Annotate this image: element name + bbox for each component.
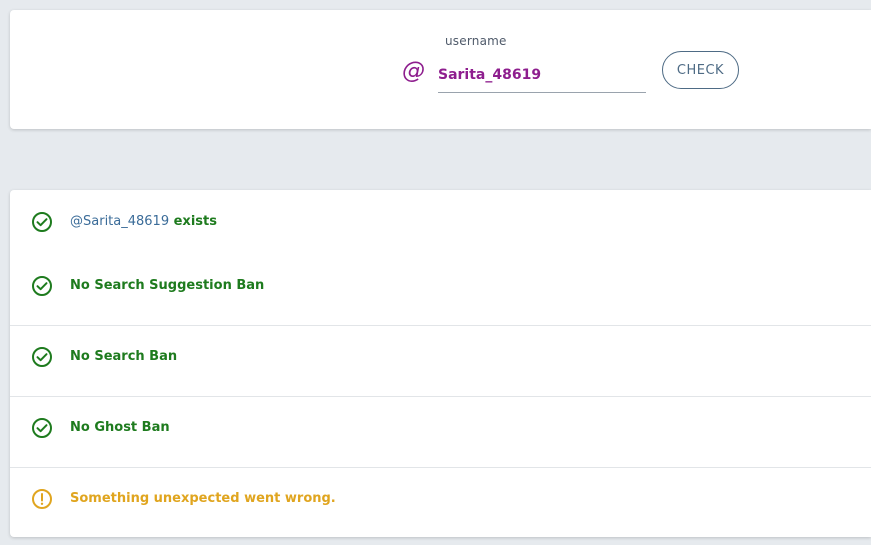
result-row-search-suggestion-ban: No Search Suggestion Ban [10, 255, 871, 325]
result-search-ban-text: No Search Ban [70, 349, 178, 364]
result-ghost-ban-text: No Ghost Ban [70, 420, 170, 435]
result-row-ghost-ban: No Ghost Ban [10, 396, 871, 467]
results-card: @Sarita_48619 exists No Search Suggestio… [10, 190, 871, 537]
check-circle-icon [32, 212, 52, 232]
result-exists-text: @Sarita_48619 exists [70, 214, 217, 229]
check-circle-icon [32, 418, 52, 438]
result-row-search-ban: No Search Ban [10, 325, 871, 396]
result-row-error: Something unexpected went wrong. [10, 467, 871, 538]
username-input[interactable] [438, 58, 646, 93]
at-icon: @ [402, 58, 425, 84]
result-exists-suffix: exists [169, 214, 217, 229]
check-circle-icon [32, 276, 52, 296]
result-search-suggestion-ban-text: No Search Suggestion Ban [70, 278, 265, 293]
check-circle-icon [32, 347, 52, 367]
result-error-text: Something unexpected went wrong. [70, 491, 336, 506]
exclamation-circle-icon [32, 489, 52, 509]
check-button[interactable]: CHECK [662, 51, 739, 89]
result-row-exists: @Sarita_48619 exists [10, 190, 871, 260]
search-card: username @ CHECK [10, 10, 871, 129]
username-label: username [445, 34, 507, 48]
result-exists-handle: @Sarita_48619 [70, 214, 170, 229]
